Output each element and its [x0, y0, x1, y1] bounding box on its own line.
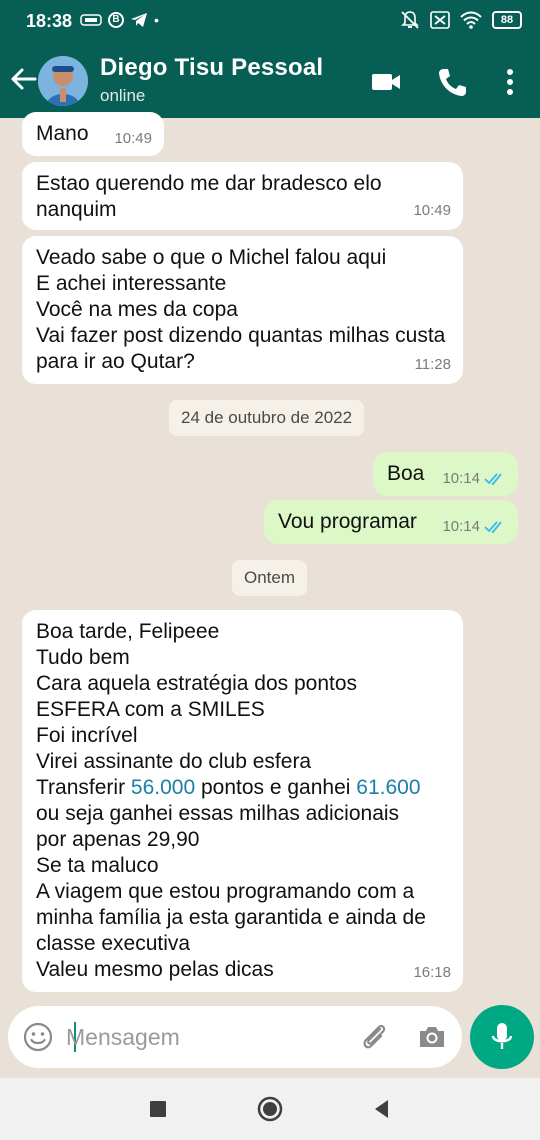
message-composer[interactable]: Mensagem [8, 1006, 462, 1068]
wifi-icon [460, 11, 482, 29]
message-time: 10:14 [442, 470, 480, 487]
status-bar: 18:38 B • 88 [0, 0, 540, 42]
message-outgoing[interactable]: Vou programar 10:14 [264, 500, 518, 544]
system-icons: 88 [400, 10, 522, 30]
more-notifications-dot-icon: • [154, 12, 159, 28]
message-text-part: Boa tarde, Felipeee Tudo bem Cara aquela… [36, 620, 358, 799]
message-text-part: ou seja ganhei essas milhas adicionais p… [36, 802, 426, 981]
video-call-icon[interactable] [370, 66, 402, 98]
message-incoming[interactable]: Mano 10:49 [22, 112, 164, 156]
voice-call-icon[interactable] [436, 66, 468, 98]
voice-message-button[interactable] [470, 1005, 534, 1069]
points-transferred-link[interactable]: 56.000 [131, 776, 195, 799]
back-arrow-icon[interactable] [8, 64, 38, 94]
message-text: Estao querendo me dar bradesco elo nanqu… [36, 172, 388, 221]
date-separator: 24 de outubro de 2022 [169, 400, 365, 436]
message-time: 16:18 [413, 964, 451, 981]
back-nav-icon[interactable] [368, 1095, 396, 1123]
message-incoming[interactable]: Estao querendo me dar bradesco elo nanqu… [22, 162, 463, 230]
notification-icons: B • [80, 12, 159, 28]
emoji-icon[interactable] [22, 1021, 54, 1053]
home-icon[interactable] [256, 1095, 284, 1123]
camera-icon[interactable] [416, 1021, 448, 1053]
app-notification-icon [80, 14, 102, 26]
b-app-icon: B [108, 12, 124, 28]
message-time: 10:49 [413, 202, 451, 219]
avatar-photo [38, 56, 88, 106]
system-navigation-bar [0, 1078, 540, 1140]
status-time: 18:38 [26, 11, 73, 31]
message-incoming[interactable]: Veado sabe o que o Michel falou aqui E a… [22, 236, 463, 384]
chat-header: Diego Tisu Pessoal online [0, 42, 540, 118]
message-input[interactable]: Mensagem [66, 1024, 180, 1051]
message-incoming[interactable]: Boa tarde, Felipeee Tudo bem Cara aquela… [22, 610, 463, 992]
contact-status: online [100, 86, 146, 105]
battery-indicator: 88 [492, 11, 522, 29]
muted-bell-icon [401, 11, 419, 29]
date-separator: Ontem [232, 560, 308, 596]
more-options-icon[interactable] [494, 66, 526, 98]
top-bar: 18:38 B • 88 Diego Tisu Pessoal online [0, 0, 540, 118]
no-sim-icon [430, 11, 450, 29]
message-text-part: pontos e ganhei [195, 776, 357, 799]
read-receipt-icon [484, 521, 502, 534]
message-list[interactable]: Mano 10:49 Estao querendo me dar bradesc… [0, 112, 540, 998]
recent-apps-icon[interactable] [144, 1095, 172, 1123]
message-text: Veado sabe o que o Michel falou aqui E a… [36, 246, 446, 373]
contact-avatar[interactable] [38, 56, 88, 106]
telegram-icon [131, 13, 147, 27]
message-time: 10:14 [442, 518, 480, 535]
attach-icon[interactable] [358, 1021, 390, 1053]
message-time: 10:49 [114, 130, 152, 147]
message-text: Boa tarde, Felipeee Tudo bem Cara aquela… [36, 619, 449, 983]
message-time: 11:28 [414, 356, 451, 373]
message-outgoing[interactable]: Boa 10:14 [373, 452, 518, 496]
microphone-icon [491, 1023, 513, 1049]
contact-name[interactable]: Diego Tisu Pessoal [100, 54, 323, 82]
points-received-link[interactable]: 61.600 [356, 776, 420, 799]
read-receipt-icon [484, 473, 502, 486]
